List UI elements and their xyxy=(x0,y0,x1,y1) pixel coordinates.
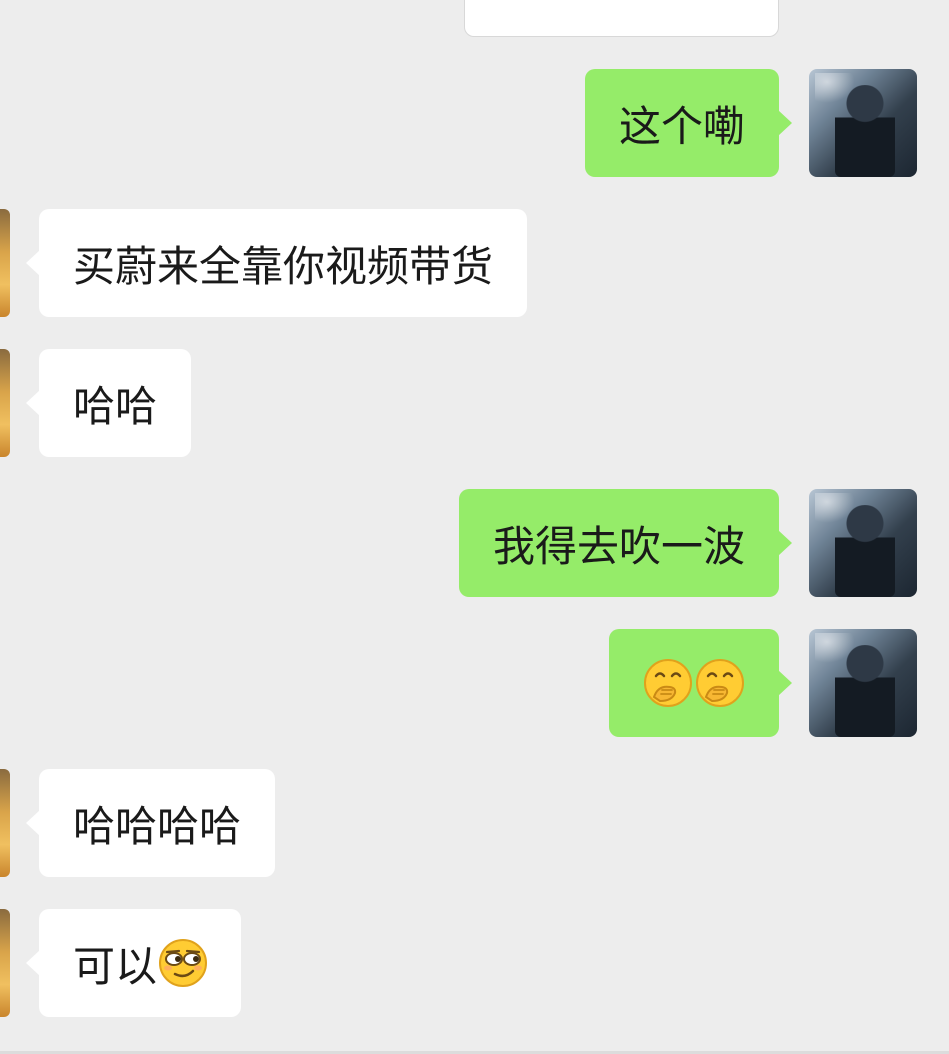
chat-message-list[interactable]: 这个嘞 买蔚来全靠你视频带货 哈哈 我得去吹一波 哈哈哈哈 可以 xyxy=(0,0,949,1054)
incoming-message-bubble[interactable]: 哈哈哈哈 xyxy=(25,769,276,877)
contact-avatar[interactable] xyxy=(0,349,10,457)
avatar-photo-person xyxy=(835,645,895,737)
self-avatar[interactable] xyxy=(809,69,917,177)
smirk-emoji-icon xyxy=(157,937,209,989)
message-text: 哈哈哈哈 xyxy=(73,801,242,851)
previous-message-bubble[interactable] xyxy=(464,0,779,37)
outgoing-message-bubble[interactable]: 这个嘞 xyxy=(584,69,793,177)
self-avatar[interactable] xyxy=(809,489,917,597)
contact-avatar[interactable] xyxy=(0,909,10,1017)
message-text: 哈哈 xyxy=(73,381,158,431)
avatar-photo-person xyxy=(835,505,895,597)
incoming-message-bubble[interactable]: 哈哈 xyxy=(25,349,192,457)
message-text: 可以 xyxy=(73,941,158,991)
incoming-message-bubble[interactable]: 买蔚来全靠你视频带货 xyxy=(25,209,528,317)
outgoing-emoji-bubble[interactable] xyxy=(609,629,792,737)
contact-avatar[interactable] xyxy=(0,209,10,317)
message-text: 我得去吹一波 xyxy=(492,521,745,571)
self-avatar[interactable] xyxy=(809,629,917,737)
contact-avatar[interactable] xyxy=(0,769,10,877)
incoming-message-bubble[interactable]: 可以 xyxy=(25,909,242,1017)
covering-mouth-emoji-icon xyxy=(642,657,694,709)
outgoing-message-bubble[interactable]: 我得去吹一波 xyxy=(458,489,793,597)
covering-mouth-emoji-icon xyxy=(694,657,746,709)
avatar-photo-person xyxy=(835,85,895,177)
message-text: 这个嘞 xyxy=(618,101,745,151)
message-text: 买蔚来全靠你视频带货 xyxy=(73,241,494,291)
